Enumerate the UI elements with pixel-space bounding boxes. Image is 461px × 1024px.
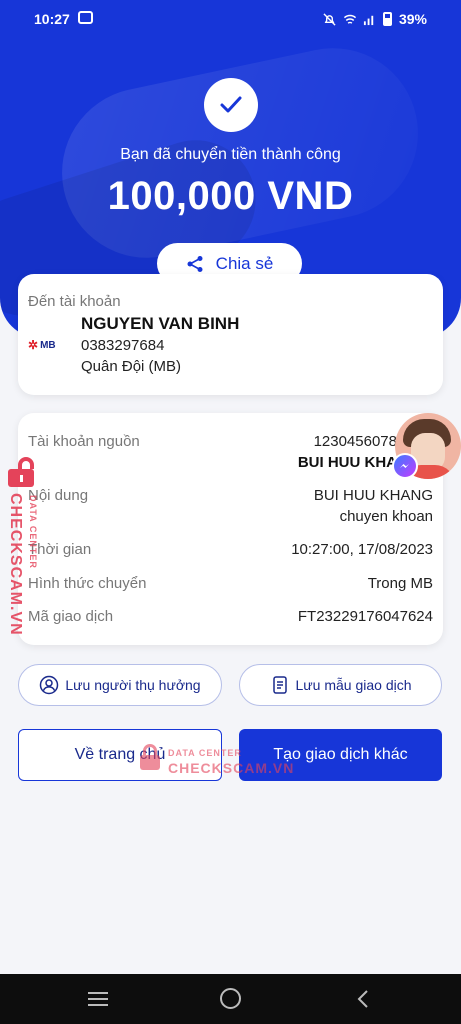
battery-icon [382,12,392,26]
destination-card: Đến tài khoản ✲ MB NGUYEN VAN BINH 038329… [18,274,443,395]
status-bar: 10:27 39% [0,0,461,38]
transaction-details-card: Tài khoản nguồn 1230456078 BUI HUU KHA N… [18,413,443,645]
content-line2: chuyen khoan [339,508,433,525]
success-message: Bạn đã chuyển tiền thành công [120,146,341,163]
method-value: Trong MB [367,575,433,592]
watermark-center-sub: DATA CENTER [168,748,242,758]
watermark-sub: DATA CENTER [28,495,38,569]
back-icon[interactable] [354,989,372,1009]
save-beneficiary-button[interactable]: Lưu người thụ hưởng [18,664,222,706]
recipient-bank: Quân Đội (MB) [81,358,182,375]
document-icon [272,676,287,694]
share-icon [187,255,203,272]
home-nav-icon[interactable] [220,988,241,1009]
watermark-side: CHECKSCAM.VN DATA CENTER [4,455,50,655]
navigation-bar [0,974,461,1024]
battery-percent: 39% [398,11,427,27]
messenger-icon [392,453,418,479]
time-value: 10:27:00, 17/08/2023 [291,541,433,558]
watermark-center-brand: CHECKSCAM.VN [168,760,295,776]
watermark-brand: CHECKSCAM.VN [7,493,24,636]
recipient-name: NGUYEN VAN BINH [81,314,240,333]
watermark-center: DATA CENTER CHECKSCAM.VN [138,742,298,782]
content-line1: BUI HUU KHANG [313,487,433,504]
mute-icon [323,12,336,26]
save-template-label: Lưu mẫu giao dịch [295,677,412,693]
lock-icon [140,744,160,770]
status-time: 10:27 [34,11,70,27]
source-account-label: Tài khoản nguồn [28,433,140,450]
share-label: Chia sẻ [215,253,274,273]
save-template-button[interactable]: Lưu mẫu giao dịch [239,664,442,706]
cast-icon [78,11,93,24]
wifi-icon [343,13,357,26]
transaction-id-value: FT23229176047624 [297,608,433,625]
signal-icon [363,13,376,26]
lock-icon [8,457,34,487]
recent-apps-icon[interactable] [87,992,109,1006]
destination-label: Đến tài khoản [28,293,121,310]
source-account-name: BUI HUU KHA [297,454,397,471]
transfer-amount: 100,000 VND [107,174,354,218]
source-account-value: 1230456078 [313,433,397,450]
check-icon [204,78,258,132]
mb-bank-logo: ✲ MB [28,338,56,352]
save-beneficiary-label: Lưu người thụ hưởng [65,677,201,693]
recipient-account: 0383297684 [81,337,165,354]
user-circle-icon [40,675,59,695]
